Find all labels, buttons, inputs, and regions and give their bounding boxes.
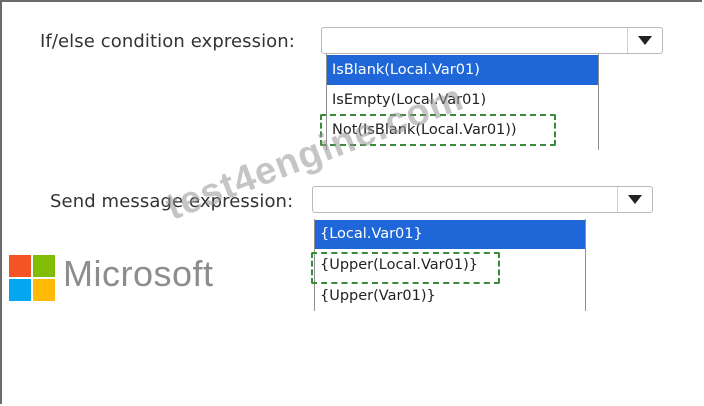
- ifelse-condition-label: If/else condition expression:: [40, 31, 295, 52]
- microsoft-logo-icon: [9, 255, 55, 301]
- logo-square-blue: [9, 279, 31, 301]
- ifelse-dropdown-arrow[interactable]: [627, 28, 662, 53]
- send-message-dropdown[interactable]: [312, 186, 653, 213]
- send-dropdown-arrow[interactable]: [617, 187, 652, 212]
- send-highlight-box: [311, 252, 500, 284]
- logo-square-yellow: [33, 279, 55, 301]
- logo-square-green: [33, 255, 55, 277]
- send-option-local-var01[interactable]: {Local.Var01}: [315, 220, 585, 249]
- chevron-down-icon: [628, 195, 642, 204]
- ifelse-option-isblank[interactable]: IsBlank(Local.Var01): [327, 55, 598, 85]
- logo-square-red: [9, 255, 31, 277]
- ifelse-condition-dropdown[interactable]: [321, 27, 663, 54]
- send-option-upper-var01[interactable]: {Upper(Var01)}: [315, 281, 585, 311]
- chevron-down-icon: [638, 36, 652, 45]
- microsoft-wordmark: Microsoft: [63, 253, 214, 294]
